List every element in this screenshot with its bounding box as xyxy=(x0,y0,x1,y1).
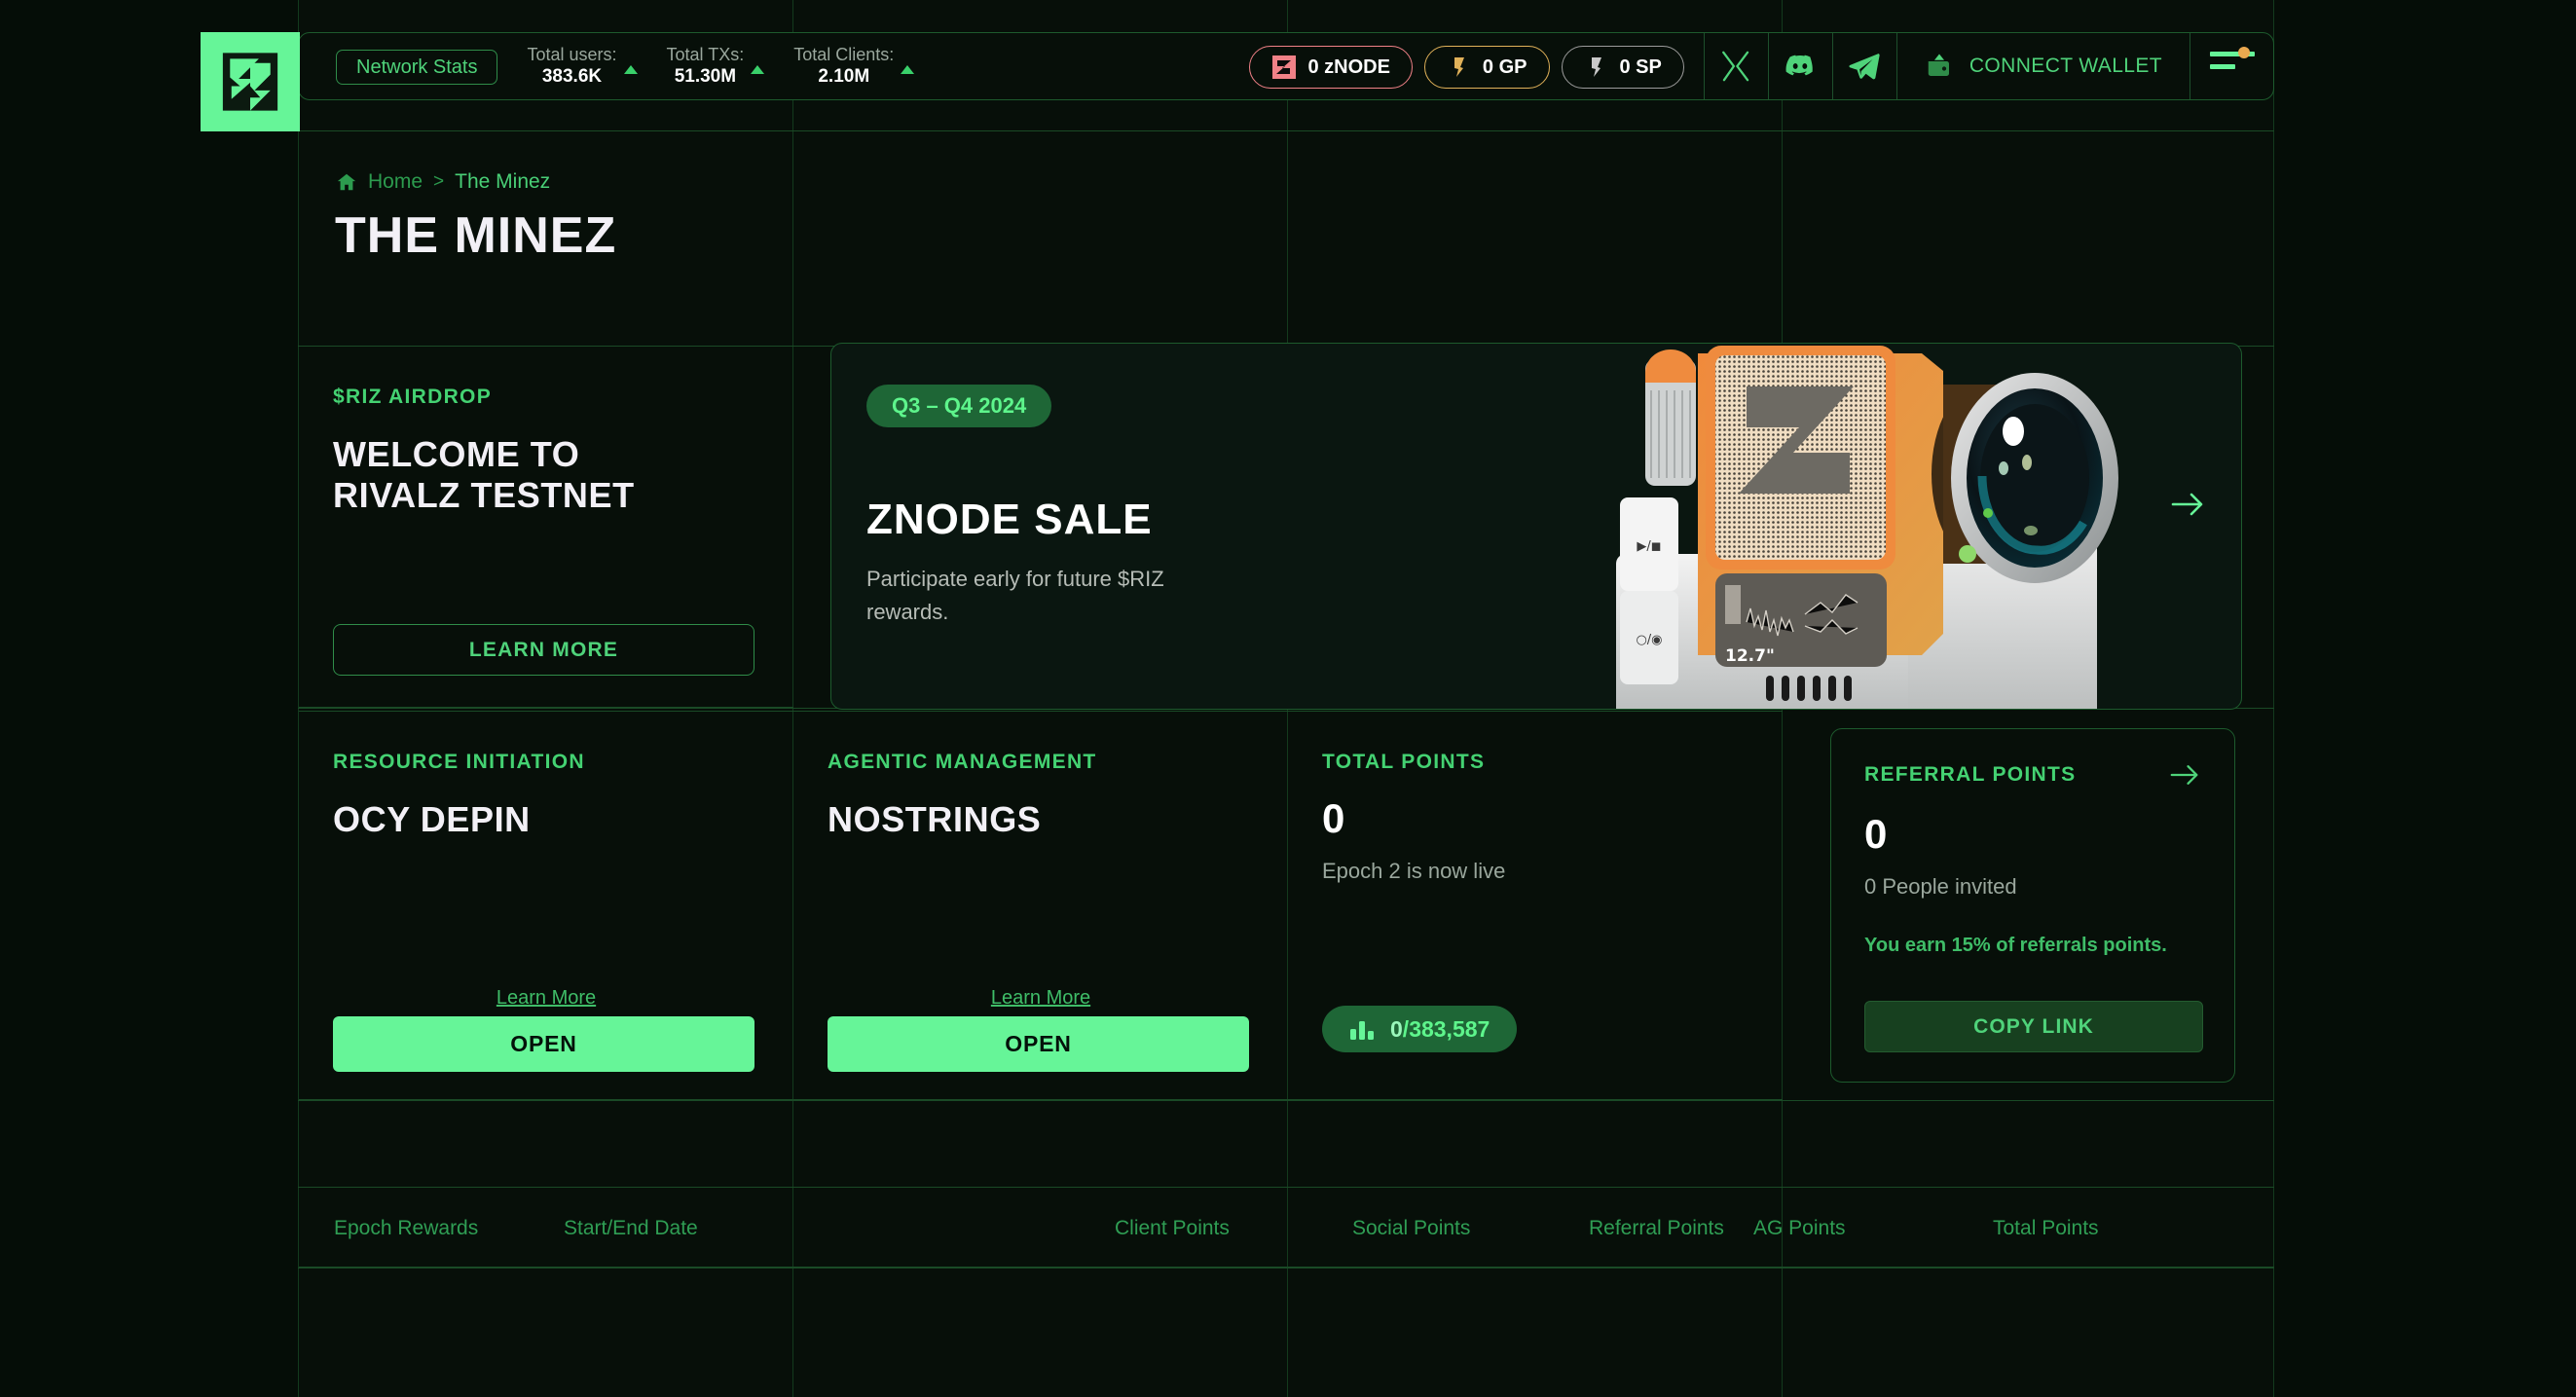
arrow-right-icon xyxy=(2171,493,2203,516)
logo-glyph xyxy=(214,46,286,118)
table-column-social-points[interactable]: Social Points xyxy=(1352,1188,1470,1268)
sp-balance-label: 0 SP xyxy=(1619,55,1662,78)
hamburger-line xyxy=(2209,63,2235,69)
referral-points-value: 0 xyxy=(1864,811,1888,857)
stat-value: 2.10M xyxy=(818,66,870,88)
bar-chart-icon xyxy=(1349,1017,1375,1041)
referral-arrow-button[interactable] xyxy=(2168,760,2201,790)
stat-total-txs: Total TXs: 51.30M xyxy=(667,33,765,99)
airdrop-title-line2: RIVALZ TESTNET xyxy=(333,475,635,516)
epoch-progress-current: 0 xyxy=(1390,1015,1403,1042)
svg-text:▶/◼: ▶/◼ xyxy=(1637,539,1661,554)
top-navigation-bar: Network Stats Total users: 383.6K Total … xyxy=(298,32,2274,100)
breadcrumb-separator: > xyxy=(433,171,445,192)
learn-more-button[interactable]: LEARN MORE xyxy=(333,624,754,676)
arrow-right-icon xyxy=(2170,765,2198,785)
breadcrumb-home[interactable]: Home xyxy=(368,170,423,194)
total-points-card: TOTAL POINTS 0 Epoch 2 is now live 0/383… xyxy=(1288,711,1783,1100)
referral-invited-count: 0 People invited xyxy=(1864,874,2017,899)
znode-balance-label: 0 zNODE xyxy=(1307,55,1390,78)
breadcrumb-current[interactable]: The Minez xyxy=(455,170,550,194)
product-card-nostrings: AGENTIC MANAGEMENT NOSTRINGS Learn More … xyxy=(793,711,1288,1100)
banner-arrow-button[interactable] xyxy=(2169,488,2206,521)
product-title: OCY DEPIN xyxy=(333,799,531,839)
table-column-ag-points[interactable]: AG Points xyxy=(1753,1188,1846,1268)
referral-eyebrow: REFERRAL POINTS xyxy=(1864,763,2077,786)
notification-dot xyxy=(2238,47,2250,58)
page-title: THE MINEZ xyxy=(335,207,617,264)
hamburger-menu-button[interactable] xyxy=(2190,33,2273,99)
gold-point-icon xyxy=(1447,55,1472,80)
znode-balance-pill[interactable]: 0 zNODE xyxy=(1249,46,1413,89)
total-points-value: 0 xyxy=(1322,795,1345,841)
telegram-link[interactable] xyxy=(1831,33,1896,99)
stat-label: Total users: xyxy=(527,44,617,64)
product-eyebrow: RESOURCE INITIATION xyxy=(333,751,585,773)
table-column-referral-points[interactable]: Referral Points xyxy=(1589,1188,1724,1268)
product-learn-more-link[interactable]: Learn More xyxy=(299,987,793,1010)
trend-up-icon xyxy=(623,65,638,74)
grid-line-h4 xyxy=(298,1100,2274,1101)
network-stats-button[interactable]: Network Stats xyxy=(336,50,498,85)
banner-period-badge: Q3 – Q4 2024 xyxy=(866,385,1052,427)
product-card-ocy-depin: RESOURCE INITIATION OCY DEPIN Learn More… xyxy=(299,711,793,1100)
x-twitter-link[interactable] xyxy=(1703,33,1768,99)
stat-value: 51.30M xyxy=(674,66,737,88)
stat-label: Total Clients: xyxy=(793,44,895,64)
svg-text:12.7": 12.7" xyxy=(1725,646,1775,666)
rivalz-logo[interactable] xyxy=(201,32,300,131)
breadcrumb: Home > The Minez xyxy=(336,170,550,194)
znode-sale-banner[interactable]: Q3 – Q4 2024 ZNODE SALE Participate earl… xyxy=(830,343,2242,710)
header-spacer xyxy=(914,33,1237,99)
znode-token-icon xyxy=(1271,55,1297,80)
network-stats-label: Network Stats xyxy=(356,55,478,78)
airdrop-eyebrow: $RIZ AIRDROP xyxy=(333,386,492,408)
stat-label: Total TXs: xyxy=(666,44,745,64)
telegram-icon xyxy=(1848,50,1881,83)
airdrop-title-line1: WELCOME TO xyxy=(333,434,580,474)
discord-link[interactable] xyxy=(1767,33,1832,99)
product-eyebrow: AGENTIC MANAGEMENT xyxy=(828,751,1097,773)
sp-balance-pill[interactable]: 0 SP xyxy=(1561,46,1684,89)
connect-wallet-label: CONNECT WALLET xyxy=(1969,55,2162,77)
table-column-start-end-date[interactable]: Start/End Date xyxy=(564,1188,698,1268)
znode-device-image: ▶/◼ ○/◉ 12.7" xyxy=(1616,346,2118,709)
x-icon xyxy=(1719,50,1752,83)
svg-text:○/◉: ○/◉ xyxy=(1636,633,1662,647)
copy-referral-link-button[interactable]: COPY LINK xyxy=(1864,1001,2203,1052)
app-root: Network Stats Total users: 383.6K Total … xyxy=(0,0,2576,1397)
table-column-total-points[interactable]: Total Points xyxy=(1993,1188,2099,1268)
banner-title: ZNODE SALE xyxy=(866,496,1153,543)
wallet-icon xyxy=(1925,52,1954,81)
referral-points-card: REFERRAL POINTS 0 0 People invited You e… xyxy=(1830,728,2235,1083)
epoch-progress-chip[interactable]: 0/383,587 xyxy=(1322,1006,1518,1052)
product-open-button[interactable]: OPEN xyxy=(333,1016,754,1072)
referral-note: You earn 15% of referrals points. xyxy=(1864,935,2167,956)
epoch-status-text: Epoch 2 is now live xyxy=(1322,859,1506,883)
epoch-table-header: Epoch Rewards Start/End Date Client Poin… xyxy=(299,1187,2274,1268)
home-icon xyxy=(336,171,357,193)
table-column-client-points[interactable]: Client Points xyxy=(1115,1188,1230,1268)
stat-total-users: Total users: 383.6K xyxy=(527,33,638,99)
product-learn-more-link[interactable]: Learn More xyxy=(793,987,1288,1010)
gp-balance-pill[interactable]: 0 GP xyxy=(1423,46,1550,89)
table-column-epoch-rewards[interactable]: Epoch Rewards xyxy=(334,1188,478,1268)
trend-up-icon xyxy=(901,65,915,74)
discord-icon xyxy=(1784,50,1817,83)
grid-line-h1 xyxy=(298,130,2274,131)
epoch-progress-total: 383,587 xyxy=(1409,1015,1490,1042)
product-open-button[interactable]: OPEN xyxy=(828,1016,1249,1072)
total-points-eyebrow: TOTAL POINTS xyxy=(1322,751,1486,773)
banner-description: Participate early for future $RIZ reward… xyxy=(866,567,1164,625)
gp-balance-label: 0 GP xyxy=(1482,55,1527,78)
silver-point-icon xyxy=(1584,55,1609,80)
stat-value: 383.6K xyxy=(541,66,603,88)
airdrop-card: $RIZ AIRDROP WELCOME TO RIVALZ TESTNET L… xyxy=(299,346,793,708)
product-title: NOSTRINGS xyxy=(828,799,1042,839)
stat-total-clients: Total Clients: 2.10M xyxy=(793,33,915,99)
trend-up-icon xyxy=(751,65,765,74)
connect-wallet-button[interactable]: CONNECT WALLET xyxy=(1895,33,2190,99)
